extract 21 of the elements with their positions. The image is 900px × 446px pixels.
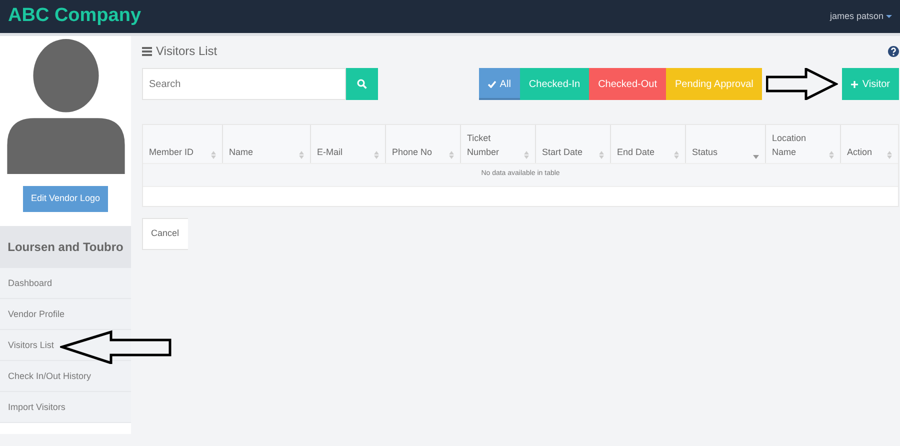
brand-logo[interactable]: ABC Company <box>8 2 142 31</box>
filter-button[interactable]: All <box>478 68 520 100</box>
column-header[interactable]: E-Mail <box>317 146 343 159</box>
vendor-name: Loursen and Toubro <box>0 226 131 268</box>
column-header[interactable]: End Date <box>617 146 655 159</box>
search-field[interactable]: Search <box>142 68 346 100</box>
column-header[interactable]: Member ID <box>149 146 194 159</box>
column-header[interactable]: Status <box>692 146 718 159</box>
sidebar-item[interactable]: Vendor Profile <box>0 298 131 330</box>
filter-button[interactable]: Checked-Out <box>589 68 666 100</box>
column-header[interactable]: Phone No <box>392 146 432 159</box>
edit-logo-button[interactable]: Edit Vendor Logo <box>22 186 108 212</box>
column-header[interactable]: Start Date <box>542 146 583 159</box>
sidebar-item[interactable]: Dashboard <box>0 268 131 298</box>
user-menu[interactable]: james patson <box>830 10 892 24</box>
sidebar-item[interactable]: Import Visitors <box>0 392 131 422</box>
cancel-button[interactable]: Cancel <box>142 218 188 250</box>
sidebar-item[interactable]: Check In/Out History <box>0 360 131 392</box>
page-title: Visitors List <box>156 43 218 60</box>
column-header[interactable]: Action <box>847 146 872 159</box>
column-header[interactable]: Name <box>229 146 254 159</box>
